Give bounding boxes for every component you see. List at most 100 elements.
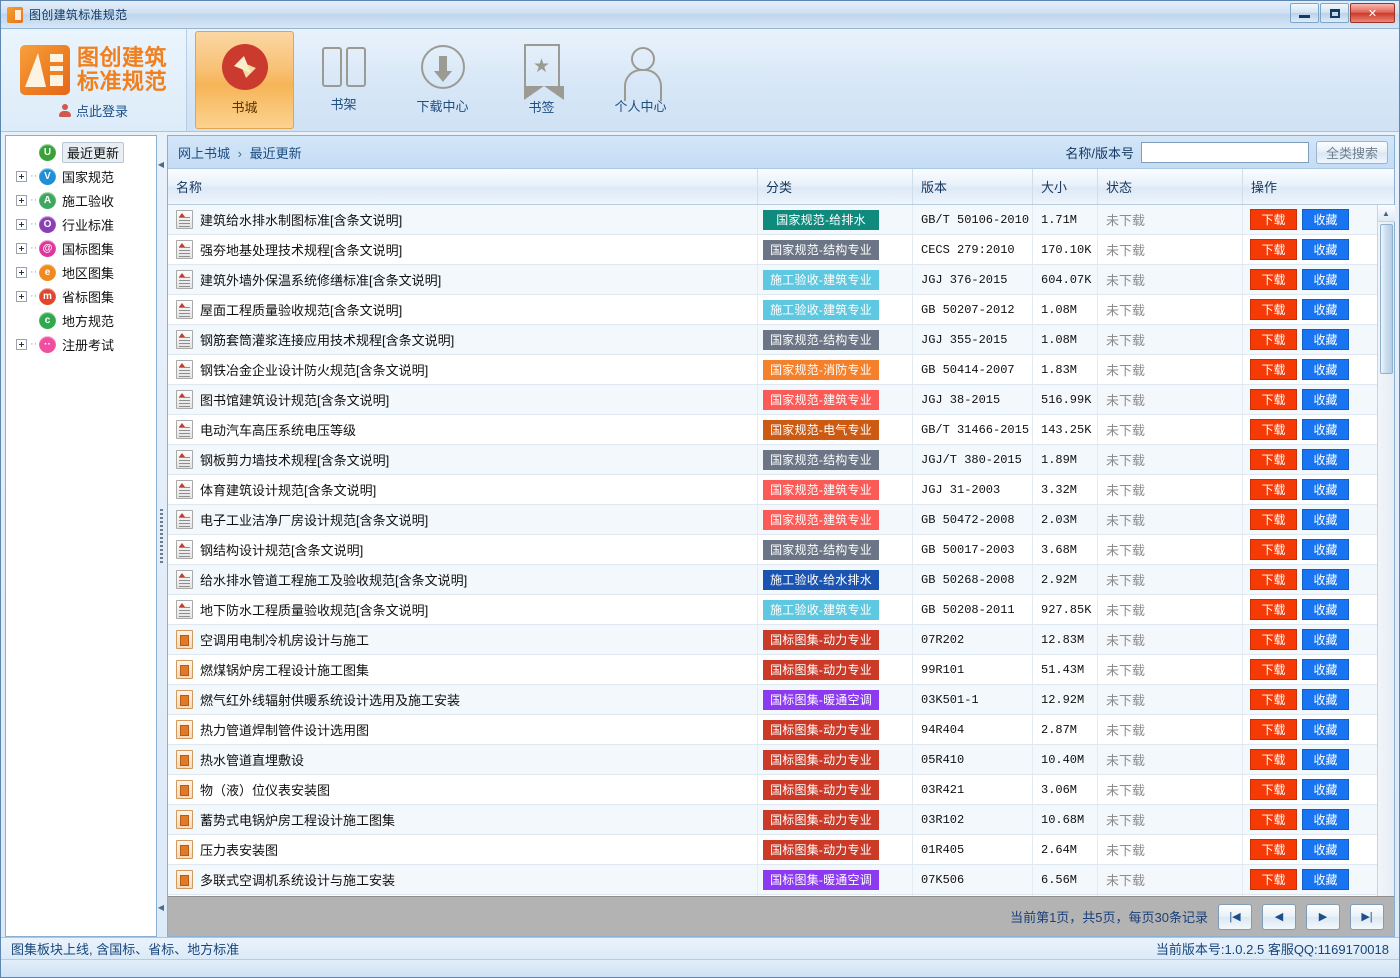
- maximize-button[interactable]: [1320, 3, 1349, 23]
- favorite-button[interactable]: 收藏: [1302, 359, 1349, 380]
- sidebar-item-7[interactable]: c 地方规范: [6, 308, 156, 332]
- download-button[interactable]: 下载: [1250, 359, 1297, 380]
- table-row[interactable]: 多联式空调机系统设计与施工安装 国标图集-暖通空调 07K506 6.56M 未下载 下载…: [168, 865, 1377, 895]
- download-button[interactable]: 下载: [1250, 839, 1297, 860]
- favorite-button[interactable]: 收藏: [1302, 329, 1349, 350]
- column-header-actions[interactable]: 操作: [1243, 169, 1394, 204]
- favorite-button[interactable]: 收藏: [1302, 419, 1349, 440]
- download-button[interactable]: 下载: [1250, 599, 1297, 620]
- favorite-button[interactable]: 收藏: [1302, 719, 1349, 740]
- download-button[interactable]: 下载: [1250, 509, 1297, 530]
- download-button[interactable]: 下载: [1250, 299, 1297, 320]
- first-page-button[interactable]: |◀: [1218, 903, 1252, 930]
- search-input[interactable]: [1140, 141, 1309, 163]
- sidebar-item-1[interactable]: ·· V 国家规范: [6, 164, 156, 188]
- nav-item-bookshelf[interactable]: 书架: [294, 31, 393, 129]
- download-button[interactable]: 下载: [1250, 209, 1297, 230]
- table-row[interactable]: 电子工业洁净厂房设计规范[含条文说明] 国家规范-建筑专业 GB 50472-200…: [168, 505, 1377, 535]
- favorite-button[interactable]: 收藏: [1302, 449, 1349, 470]
- favorite-button[interactable]: 收藏: [1302, 659, 1349, 680]
- table-row[interactable]: 钢铁冶金企业设计防火规范[含条文说明] 国家规范-消防专业 GB 50414-200…: [168, 355, 1377, 385]
- nav-item-download-center[interactable]: 下载中心: [393, 31, 492, 129]
- favorite-button[interactable]: 收藏: [1302, 569, 1349, 590]
- table-row[interactable]: 强夯地基处理技术规程[含条文说明] 国家规范-结构专业 CECS 279:2010 1…: [168, 235, 1377, 265]
- table-row[interactable]: 电动汽车高压系统电压等级 国家规范-电气专业 GB/T 31466-2015 143.…: [168, 415, 1377, 445]
- minimize-button[interactable]: [1290, 3, 1319, 23]
- table-row[interactable]: 热力管道焊制管件设计选用图 国标图集-动力专业 94R404 2.87M 未下载 下载 收藏: [168, 715, 1377, 745]
- favorite-button[interactable]: 收藏: [1302, 389, 1349, 410]
- favorite-button[interactable]: 收藏: [1302, 299, 1349, 320]
- expand-icon[interactable]: [16, 242, 27, 254]
- nav-item-profile[interactable]: 个人中心: [591, 31, 690, 129]
- download-button[interactable]: 下载: [1250, 719, 1297, 740]
- favorite-button[interactable]: 收藏: [1302, 839, 1349, 860]
- vertical-scrollbar[interactable]: ▲: [1377, 205, 1395, 896]
- download-button[interactable]: 下载: [1250, 449, 1297, 470]
- download-button[interactable]: 下载: [1250, 329, 1297, 350]
- download-button[interactable]: 下载: [1250, 539, 1297, 560]
- sidebar-item-0[interactable]: U 最近更新: [6, 140, 156, 164]
- search-button[interactable]: 全类搜索: [1315, 140, 1388, 164]
- download-button[interactable]: 下载: [1250, 389, 1297, 410]
- download-button[interactable]: 下载: [1250, 269, 1297, 290]
- table-row[interactable]: 钢筋套筒灌浆连接应用技术规程[含条文说明] 国家规范-结构专业 JGJ 355-20…: [168, 325, 1377, 355]
- sidebar-splitter[interactable]: ◀ ◀: [157, 135, 165, 937]
- favorite-button[interactable]: 收藏: [1302, 539, 1349, 560]
- table-row[interactable]: 建筑外墙外保温系统修缮标准[含条文说明] 施工验收-建筑专业 JGJ 376-201…: [168, 265, 1377, 295]
- table-row[interactable]: 钢板剪力墙技术规程[含条文说明] 国家规范-结构专业 JGJ/T 380-2015 1…: [168, 445, 1377, 475]
- table-row[interactable]: 空调用电制冷机房设计与施工 国标图集-动力专业 07R202 12.83M 未下载 下载收…: [168, 625, 1377, 655]
- breadcrumb-root[interactable]: 网上书城: [178, 146, 230, 161]
- table-row[interactable]: 物（液）位仪表安装图 国标图集-动力专业 03R421 3.06M 未下载 下载 收藏: [168, 775, 1377, 805]
- expand-icon[interactable]: [16, 338, 27, 350]
- nav-item-bookstore[interactable]: 书城: [195, 31, 294, 129]
- favorite-button[interactable]: 收藏: [1302, 689, 1349, 710]
- download-button[interactable]: 下载: [1250, 479, 1297, 500]
- favorite-button[interactable]: 收藏: [1302, 209, 1349, 230]
- download-button[interactable]: 下载: [1250, 659, 1297, 680]
- scroll-up-arrow-icon[interactable]: ▲: [1377, 205, 1395, 222]
- table-row[interactable]: 体育建筑设计规范[含条文说明] 国家规范-建筑专业 JGJ 31-2003 3.32M…: [168, 475, 1377, 505]
- download-button[interactable]: 下载: [1250, 809, 1297, 830]
- download-button[interactable]: 下载: [1250, 779, 1297, 800]
- sidebar-item-6[interactable]: ·· m 省标图集: [6, 284, 156, 308]
- favorite-button[interactable]: 收藏: [1302, 509, 1349, 530]
- next-page-button[interactable]: ▶: [1306, 903, 1340, 930]
- sidebar-item-2[interactable]: ·· A 施工验收: [6, 188, 156, 212]
- close-button[interactable]: ✕: [1350, 3, 1395, 23]
- table-row[interactable]: 给水排水管道工程施工及验收规范[含条文说明] 施工验收-给水排水 GB 50268-…: [168, 565, 1377, 595]
- download-button[interactable]: 下载: [1250, 689, 1297, 710]
- column-header-status[interactable]: 状态: [1098, 169, 1243, 204]
- download-button[interactable]: 下载: [1250, 419, 1297, 440]
- column-header-category[interactable]: 分类: [758, 169, 913, 204]
- sidebar-item-8[interactable]: ·· ·· 注册考试: [6, 332, 156, 356]
- table-row[interactable]: 钢结构设计规范[含条文说明] 国家规范-结构专业 GB 50017-2003 3.68…: [168, 535, 1377, 565]
- favorite-button[interactable]: 收藏: [1302, 869, 1349, 890]
- scrollbar-thumb[interactable]: [1379, 224, 1393, 374]
- previous-page-button[interactable]: ◀: [1262, 903, 1296, 930]
- favorite-button[interactable]: 收藏: [1302, 629, 1349, 650]
- favorite-button[interactable]: 收藏: [1302, 479, 1349, 500]
- table-row[interactable]: 图书馆建筑设计规范[含条文说明] 国家规范-建筑专业 JGJ 38-2015 516.…: [168, 385, 1377, 415]
- column-header-size[interactable]: 大小: [1033, 169, 1098, 204]
- table-row[interactable]: 热水管道直埋敷设 国标图集-动力专业 05R410 10.40M 未下载 下载 收藏: [168, 745, 1377, 775]
- favorite-button[interactable]: 收藏: [1302, 269, 1349, 290]
- download-button[interactable]: 下载: [1250, 869, 1297, 890]
- sidebar-item-4[interactable]: ·· @ 国标图集: [6, 236, 156, 260]
- download-button[interactable]: 下载: [1250, 629, 1297, 650]
- table-row[interactable]: 燃气红外线辐射供暖系统设计选用及施工安装 国标图集-暖通空调 03K501-1 12.…: [168, 685, 1377, 715]
- sidebar-item-3[interactable]: ·· O 行业标准: [6, 212, 156, 236]
- expand-icon[interactable]: [16, 218, 27, 230]
- column-header-version[interactable]: 版本: [913, 169, 1033, 204]
- table-row[interactable]: 蓄势式电锅炉房工程设计施工图集 国标图集-动力专业 03R102 10.68M 未下载下…: [168, 805, 1377, 835]
- download-button[interactable]: 下载: [1250, 749, 1297, 770]
- column-header-name[interactable]: 名称: [168, 169, 758, 204]
- download-button[interactable]: 下载: [1250, 239, 1297, 260]
- download-button[interactable]: 下载: [1250, 569, 1297, 590]
- favorite-button[interactable]: 收藏: [1302, 599, 1349, 620]
- favorite-button[interactable]: 收藏: [1302, 809, 1349, 830]
- table-row[interactable]: 燃煤锅炉房工程设计施工图集 国标图集-动力专业 99R101 51.43M 未下载 下载收…: [168, 655, 1377, 685]
- expand-icon[interactable]: [16, 290, 27, 302]
- expand-icon[interactable]: [16, 194, 27, 206]
- table-row[interactable]: 屋面工程质量验收规范[含条文说明] 施工验收-建筑专业 GB 50207-2012 1…: [168, 295, 1377, 325]
- favorite-button[interactable]: 收藏: [1302, 779, 1349, 800]
